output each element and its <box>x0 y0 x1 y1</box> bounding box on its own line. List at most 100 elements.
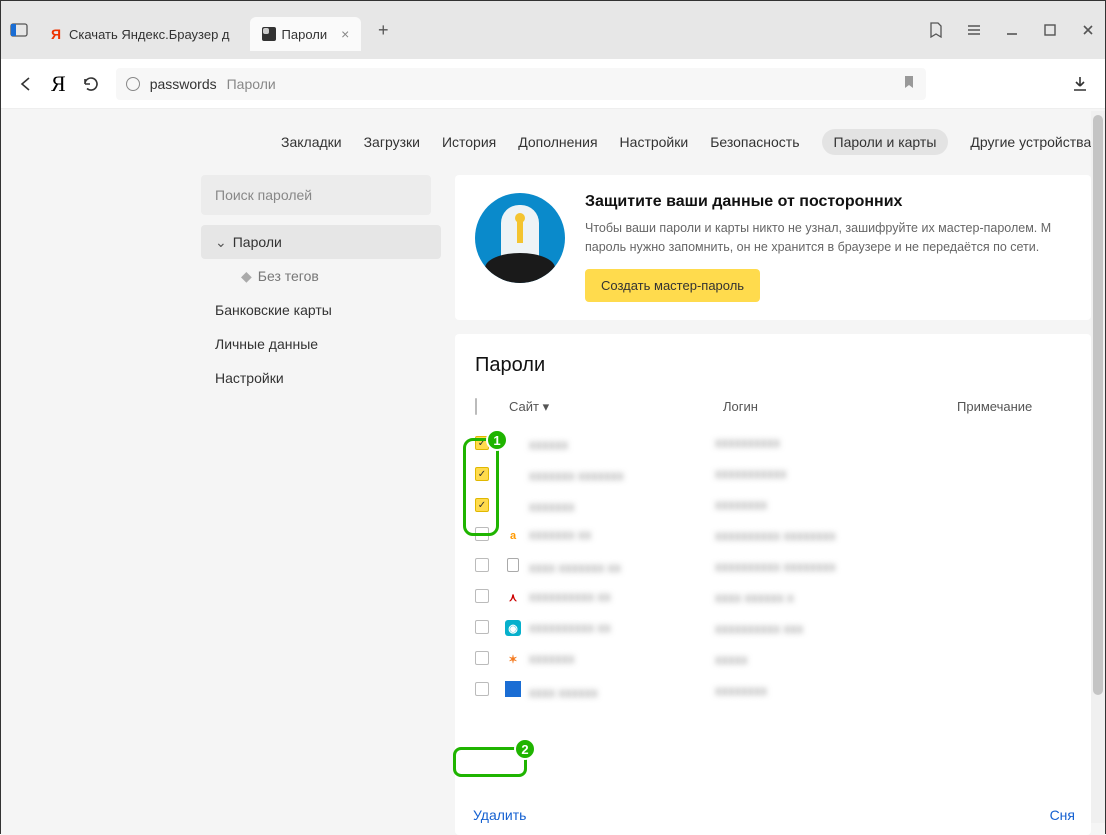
sidemenu-cards[interactable]: Банковские карты <box>201 293 441 327</box>
avast-favicon: ✶ <box>505 651 521 667</box>
col-note-header[interactable]: Примечание <box>957 399 1032 414</box>
create-master-password-button[interactable]: Создать мастер-пароль <box>585 269 760 302</box>
nav-addons[interactable]: Дополнения <box>518 134 597 150</box>
panel-heading: Пароли <box>475 354 1087 377</box>
login-cell: xxxxxxxxxx xxxxxxxx <box>715 559 836 574</box>
tab-passwords[interactable]: Пароли × <box>250 17 362 51</box>
master-password-promo: Защитите ваши данные от посторонних Чтоб… <box>455 175 1091 320</box>
row-checkbox[interactable] <box>475 558 489 572</box>
site-cell: xxxxxxxxxx xx <box>529 589 611 604</box>
row-checkbox[interactable] <box>475 682 489 696</box>
sidemenu-personal[interactable]: Личные данные <box>201 327 441 361</box>
site-cell: xxxxxxx xx <box>529 527 591 542</box>
minimize-icon[interactable] <box>1003 21 1021 39</box>
passwords-panel: Пароли Сайт ▾ Логин Примечание ✓xxxxxxxx… <box>455 334 1091 835</box>
site-favicon <box>505 495 521 511</box>
site-cell: xxxxxxxxxx xx <box>529 620 611 635</box>
table-row[interactable]: a xxxxxxx xx xxxxxxxxxx xxxxxxxx <box>475 520 1087 551</box>
yandex-logo-icon[interactable]: Я <box>51 71 66 97</box>
sidebar-toggle-icon[interactable] <box>9 20 29 40</box>
select-all-checkbox[interactable] <box>475 398 477 415</box>
table-row[interactable]: ⋏xxxxxxxxxx xxxxxx xxxxxx x <box>475 582 1087 613</box>
yandex-favicon: Я <box>49 27 63 41</box>
site-favicon <box>505 464 521 480</box>
globe-icon <box>126 77 140 91</box>
table-row[interactable]: ✓xxxxxxxxxxxxxxxx <box>475 427 1087 458</box>
search-placeholder: Поиск паролей <box>215 187 312 203</box>
search-passwords-input[interactable]: Поиск паролей <box>201 175 431 215</box>
window-titlebar: Я Скачать Яндекс.Браузер д Пароли × + <box>1 1 1105 59</box>
promo-body: Чтобы ваши пароли и карты никто не узнал… <box>585 219 1071 257</box>
nav-passwords-cards[interactable]: Пароли и карты <box>822 129 949 155</box>
table-header: Сайт ▾ Логин Примечание <box>475 397 1087 427</box>
document-favicon <box>505 557 521 573</box>
login-cell: xxxxxxxxxx <box>715 435 780 450</box>
sidemenu-settings[interactable]: Настройки <box>201 361 441 395</box>
nav-bookmarks[interactable]: Закладки <box>281 134 342 150</box>
delete-button[interactable]: Удалить <box>473 807 526 823</box>
tag-icon: ◆ <box>241 268 252 285</box>
new-tab-button[interactable]: + <box>369 16 397 44</box>
table-row[interactable]: ✓ xxxxxxx xxxxxxx xxxxxxxxxxx <box>475 458 1087 489</box>
menu-icon[interactable] <box>965 21 983 39</box>
site-cell: xxxxxx <box>529 437 568 452</box>
site-cell: xxxxxxx xxxxxxx <box>529 468 624 483</box>
downloads-icon[interactable] <box>1069 73 1091 95</box>
back-icon[interactable] <box>15 73 37 95</box>
col-site-header[interactable]: Сайт <box>509 399 539 414</box>
tab-label: Пароли <box>282 27 328 42</box>
reload-icon[interactable] <box>80 73 102 95</box>
deselect-link[interactable]: Сня <box>1050 807 1075 823</box>
maximize-icon[interactable] <box>1041 21 1059 39</box>
login-cell: xxxxxxxxxx xxxxxxxx <box>715 528 836 543</box>
table-row[interactable]: ✶xxxxxxxxxxxx <box>475 644 1087 675</box>
site-cell: xxxx xxxxxx <box>529 685 598 700</box>
bookmark-icon[interactable] <box>902 75 916 92</box>
close-tab-icon[interactable]: × <box>341 26 349 42</box>
login-cell: xxxxxxxxxxx <box>715 466 787 481</box>
nav-devices[interactable]: Другие устройства <box>970 134 1091 150</box>
promo-key-illustration <box>475 193 565 283</box>
table-row[interactable]: xxxx xxxxxxx xx xxxxxxxxxx xxxxxxxx <box>475 551 1087 582</box>
promo-heading: Защитите ваши данные от посторонних <box>585 193 1071 211</box>
url-title: Пароли <box>227 76 276 92</box>
tab-yandex-download[interactable]: Я Скачать Яндекс.Браузер д <box>37 17 242 51</box>
nav-history[interactable]: История <box>442 134 496 150</box>
table-row[interactable]: ✓xxxxxxxxxxxxxxx <box>475 489 1087 520</box>
passwords-sidemenu: ⌄ Пароли ◆ Без тегов Банковские карты Ли… <box>201 225 441 395</box>
amazon-favicon: a <box>505 528 521 544</box>
row-checkbox[interactable]: ✓ <box>475 436 489 450</box>
tab-label: Скачать Яндекс.Браузер д <box>69 27 230 42</box>
nav-security[interactable]: Безопасность <box>710 134 799 150</box>
address-bar: Я passwords Пароли <box>1 59 1105 109</box>
sidemenu-no-tags[interactable]: ◆ Без тегов <box>201 259 441 293</box>
site-cell: xxxx xxxxxxx xx <box>529 560 621 575</box>
row-checkbox[interactable] <box>475 651 489 665</box>
table-row[interactable]: xxxx xxxxxxxxxxxxxx <box>475 675 1087 706</box>
table-row[interactable]: ◉ xxxxxxxxxx xx xxxxxxxxxx xxx <box>475 613 1087 644</box>
row-checkbox[interactable] <box>475 620 489 634</box>
login-cell: xxxxx <box>715 652 748 667</box>
settings-topnav: Закладки Загрузки История Дополнения Нас… <box>1 109 1105 175</box>
bookmarks-icon[interactable] <box>927 21 945 39</box>
row-checkbox[interactable] <box>475 589 489 603</box>
site-favicon <box>505 433 521 449</box>
app-favicon: ◉ <box>505 620 521 636</box>
address-input[interactable]: passwords Пароли <box>116 68 926 100</box>
chevron-down-icon: ⌄ <box>215 234 227 251</box>
sidemenu-passwords[interactable]: ⌄ Пароли <box>201 225 441 259</box>
vertical-scrollbar[interactable] <box>1091 111 1105 823</box>
nav-downloads[interactable]: Загрузки <box>364 134 420 150</box>
row-checkbox[interactable] <box>475 527 489 541</box>
app-favicon <box>505 681 521 697</box>
sort-chevron-icon[interactable]: ▾ <box>543 399 550 414</box>
adobe-favicon: ⋏ <box>505 589 521 605</box>
login-cell: xxxxxxxxxx xxx <box>715 621 803 636</box>
passwords-favicon <box>262 27 276 41</box>
nav-settings[interactable]: Настройки <box>620 134 689 150</box>
col-login-header[interactable]: Логин <box>723 399 758 414</box>
row-checkbox[interactable]: ✓ <box>475 467 489 481</box>
site-cell: xxxxxxx <box>529 499 575 514</box>
row-checkbox[interactable]: ✓ <box>475 498 489 512</box>
close-window-icon[interactable] <box>1079 21 1097 39</box>
